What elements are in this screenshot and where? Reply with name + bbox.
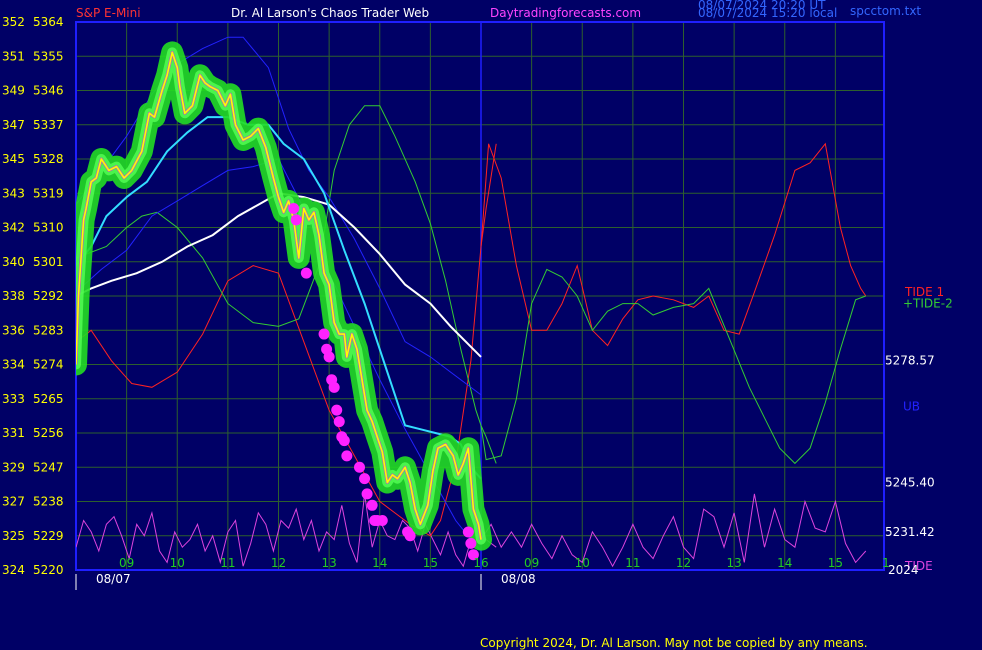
- y-tick-price: 5292: [33, 289, 64, 303]
- y-tick-ratio: 345: [2, 152, 25, 166]
- y-tick-ratio: 351: [2, 49, 25, 63]
- signal-dot: [328, 381, 340, 393]
- file-name: spcctom.txt: [850, 4, 921, 18]
- signal-dot: [462, 526, 474, 538]
- signal-dot: [361, 488, 373, 500]
- x-tick-day2: 14: [777, 556, 792, 570]
- date-label: 08/07: [96, 572, 131, 586]
- x-tick-day1: 12: [271, 556, 286, 570]
- y-tick-ratio: 342: [2, 221, 25, 235]
- chart-background: [0, 0, 982, 650]
- y-tick-price: 5283: [33, 323, 64, 337]
- signal-dot: [404, 530, 416, 542]
- y-tick-ratio: 340: [2, 255, 25, 269]
- right-value-label: 5278.57: [885, 354, 935, 368]
- signal-dot: [376, 515, 388, 527]
- y-tick-price: 5310: [33, 221, 64, 235]
- y-tick-price: 5256: [33, 426, 64, 440]
- signal-dot: [366, 499, 378, 511]
- right-value-label: 5245.40: [885, 475, 935, 489]
- y-tick-price: 5301: [33, 255, 64, 269]
- signal-dot: [300, 267, 312, 279]
- date-label: 08/08: [501, 572, 536, 586]
- signal-dot: [338, 435, 350, 447]
- x-tick-day1: 10: [170, 556, 185, 570]
- signal-dot: [333, 416, 345, 428]
- signal-dot: [331, 404, 343, 416]
- y-tick-ratio: 338: [2, 289, 25, 303]
- y-tick-price: 5247: [33, 460, 64, 474]
- y-tick-ratio: 324: [2, 563, 25, 577]
- y-tick-price: 5319: [33, 186, 64, 200]
- y-tick-price: 5229: [33, 529, 64, 543]
- x-tick-day2: 09: [524, 556, 539, 570]
- y-tick-ratio: 325: [2, 529, 25, 543]
- y-tick-price: 5265: [33, 392, 64, 406]
- x-tick-day1: 16: [473, 556, 488, 570]
- signal-dot: [359, 473, 371, 485]
- y-tick-price: 5328: [33, 152, 64, 166]
- y-tick-ratio: 349: [2, 84, 25, 98]
- y-tick-price: 5238: [33, 495, 64, 509]
- y-tick-ratio: 352: [2, 15, 25, 29]
- y-tick-price: 5337: [33, 118, 64, 132]
- y-tick-price: 5220: [33, 563, 64, 577]
- signal-dot: [341, 450, 353, 462]
- x-tick-day2: 12: [676, 556, 691, 570]
- y-tick-ratio: 347: [2, 118, 25, 132]
- timestamp-local: 08/07/2024 15:20 local: [698, 6, 837, 20]
- x-tick-day1: 13: [321, 556, 336, 570]
- x-tick-day2: 11: [625, 556, 640, 570]
- y-tick-price: 5355: [33, 49, 64, 63]
- y-tick-ratio: 329: [2, 460, 25, 474]
- x-tick-day1: 14: [372, 556, 387, 570]
- y-tick-ratio: 331: [2, 426, 25, 440]
- signal-dot: [323, 351, 335, 363]
- x-tick-day1: 15: [423, 556, 438, 570]
- signal-dot: [465, 537, 477, 549]
- x-tick-day1: 11: [220, 556, 235, 570]
- chart-svg: 352 5364 351 5355 349 5346 347 5337 345 5328 343 53…: [0, 0, 982, 650]
- x-tick-day2: 13: [726, 556, 741, 570]
- y-tick-ratio: 327: [2, 495, 25, 509]
- instrument-title: S&P E-Mini: [76, 6, 141, 20]
- site-link[interactable]: Daytradingforecasts.com: [490, 6, 641, 20]
- signal-dot: [290, 214, 302, 226]
- y-tick-price: 5364: [33, 15, 64, 29]
- x-tick-day2: 10: [575, 556, 590, 570]
- x-tick-day1: 09: [119, 556, 134, 570]
- signal-dot: [288, 202, 300, 214]
- right-value-label: 5231.42: [885, 525, 935, 539]
- y-tick-ratio: 336: [2, 323, 25, 337]
- x-tick-day2: 15: [828, 556, 843, 570]
- y-tick-price: 5274: [33, 358, 64, 372]
- signal-dot: [318, 328, 330, 340]
- series-label: UB: [903, 399, 920, 413]
- y-tick-ratio: 333: [2, 392, 25, 406]
- signal-dot: [354, 461, 365, 473]
- y-tick-ratio: 334: [2, 358, 25, 372]
- series-label: +TIDE-2: [903, 297, 953, 311]
- y-tick-ratio: 343: [2, 186, 25, 200]
- copyright: Copyright 2024, Dr. Al Larson. May not b…: [480, 636, 868, 650]
- chart-title: Dr. Al Larson's Chaos Trader Web: [231, 6, 429, 20]
- y-tick-price: 5346: [33, 84, 64, 98]
- series-label: 2024: [888, 563, 919, 577]
